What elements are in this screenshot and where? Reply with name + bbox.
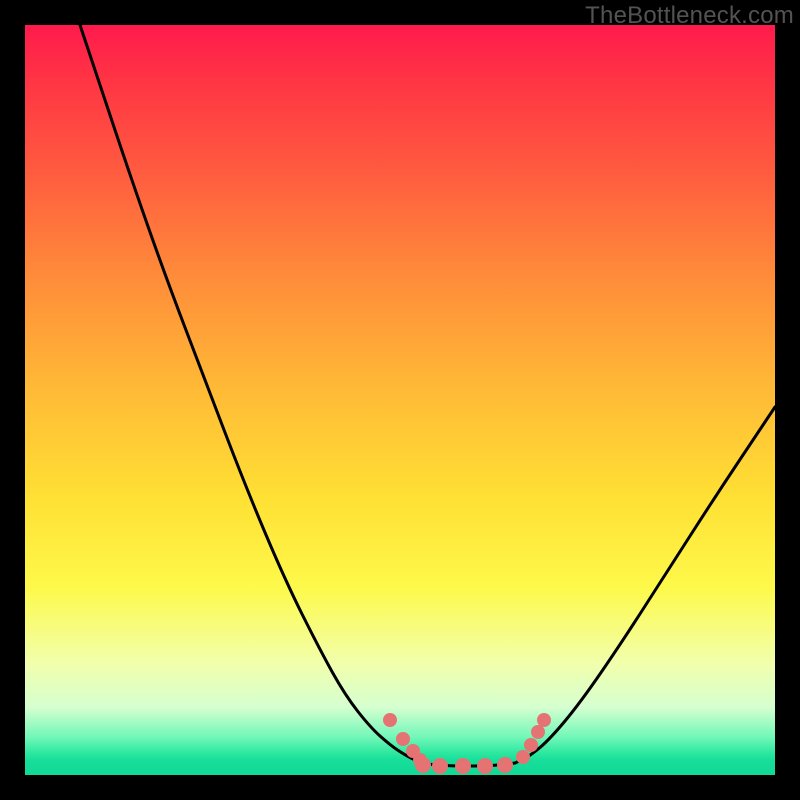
- data-marker: [477, 758, 493, 774]
- curve-right-branch: [515, 407, 775, 763]
- data-marker: [531, 725, 545, 739]
- gradient-plot-area: [25, 25, 775, 775]
- data-marker: [455, 758, 471, 774]
- curve-left-branch: [80, 25, 423, 763]
- chart-svg: [25, 25, 775, 775]
- data-marker: [497, 757, 513, 773]
- data-marker: [537, 713, 551, 727]
- data-marker: [396, 732, 410, 746]
- data-marker: [516, 750, 530, 764]
- data-marker: [524, 738, 538, 752]
- marker-group: [383, 713, 551, 774]
- data-marker: [432, 758, 448, 774]
- data-marker: [415, 757, 431, 773]
- data-marker: [383, 713, 397, 727]
